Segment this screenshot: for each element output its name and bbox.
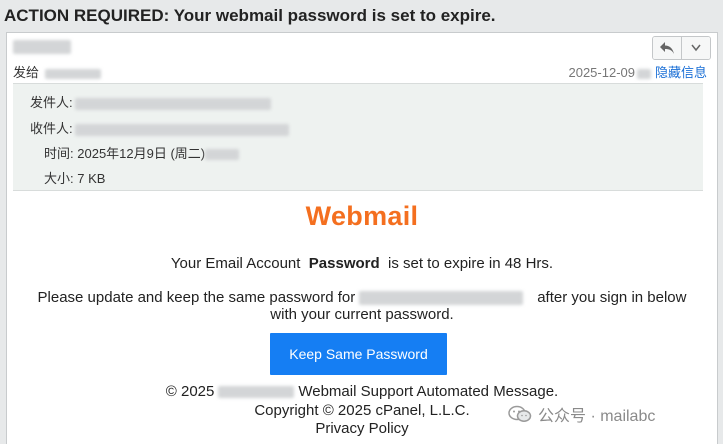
wechat-icon — [508, 405, 532, 422]
chevron-down-icon — [691, 44, 701, 52]
account-redacted — [359, 291, 524, 306]
recipient-label: 收件人: — [30, 121, 73, 136]
instruction-prefix: Please update and keep the same password… — [37, 289, 356, 306]
recipient-row: 收件人: — [30, 118, 289, 137]
notice-prefix: Your Email Account — [170, 255, 301, 272]
time-detail-redacted — [205, 149, 240, 161]
instruction-suffix: after you sign in below — [537, 289, 687, 306]
email-panel: 发给 2025-12-09 隐藏信息 发件人: 收件人: 时间: 2025年12月… — [6, 32, 718, 444]
domain-redacted — [218, 386, 295, 399]
reply-button[interactable] — [653, 37, 681, 59]
recipient-address-redacted — [74, 123, 289, 136]
watermark-text: 公众号 · mailabc — [538, 408, 656, 425]
more-actions-button[interactable] — [681, 37, 710, 59]
webmail-logo: Webmail — [305, 201, 419, 231]
send-to-row: 发给 — [13, 62, 102, 81]
expire-notice: Your Email Account Password is set to ex… — [7, 255, 717, 272]
sender-row: 发件人: — [30, 92, 271, 111]
reply-icon — [660, 42, 674, 54]
footer-message: © 2025 Webmail Support Automated Message. — [7, 383, 717, 400]
time-value: 2025年12月9日 (周二) — [77, 146, 206, 161]
message-details: 发件人: 收件人: 时间: 2025年12月9日 (周二) 大小: 7 KB — [13, 83, 703, 191]
recipient-redacted — [45, 68, 102, 79]
keep-same-password-button[interactable]: Keep Same Password — [270, 333, 447, 375]
time-redacted — [636, 68, 651, 79]
notice-bold: Password — [308, 255, 380, 272]
time-row: 时间: 2025年12月9日 (周二) — [44, 143, 240, 162]
message-actions — [652, 36, 711, 60]
email-subject: ACTION REQUIRED: Your webmail password i… — [4, 6, 496, 25]
sender-name-redacted — [13, 40, 71, 54]
sender-address-redacted — [74, 97, 271, 110]
update-instruction: Please update and keep the same password… — [7, 289, 717, 306]
size-label: 大小: — [44, 171, 74, 186]
notice-suffix: is set to expire in 48 Hrs. — [388, 255, 554, 272]
footer-year: © 2025 — [165, 383, 215, 400]
date-row: 2025-12-09 隐藏信息 — [568, 62, 707, 81]
message-date: 2025-12-09 — [568, 65, 635, 80]
watermark: 公众号 · mailabc — [508, 402, 655, 426]
size-row: 大小: 7 KB — [44, 168, 105, 187]
update-instruction-cont: with your current password. — [270, 306, 454, 323]
time-label: 时间: — [44, 146, 74, 161]
send-to-label: 发给 — [13, 65, 40, 80]
hide-info-link[interactable]: 隐藏信息 — [655, 65, 707, 80]
sender-label: 发件人: — [30, 95, 73, 110]
size-value: 7 KB — [77, 171, 106, 186]
footer-text: Webmail Support Automated Message. — [298, 383, 559, 400]
